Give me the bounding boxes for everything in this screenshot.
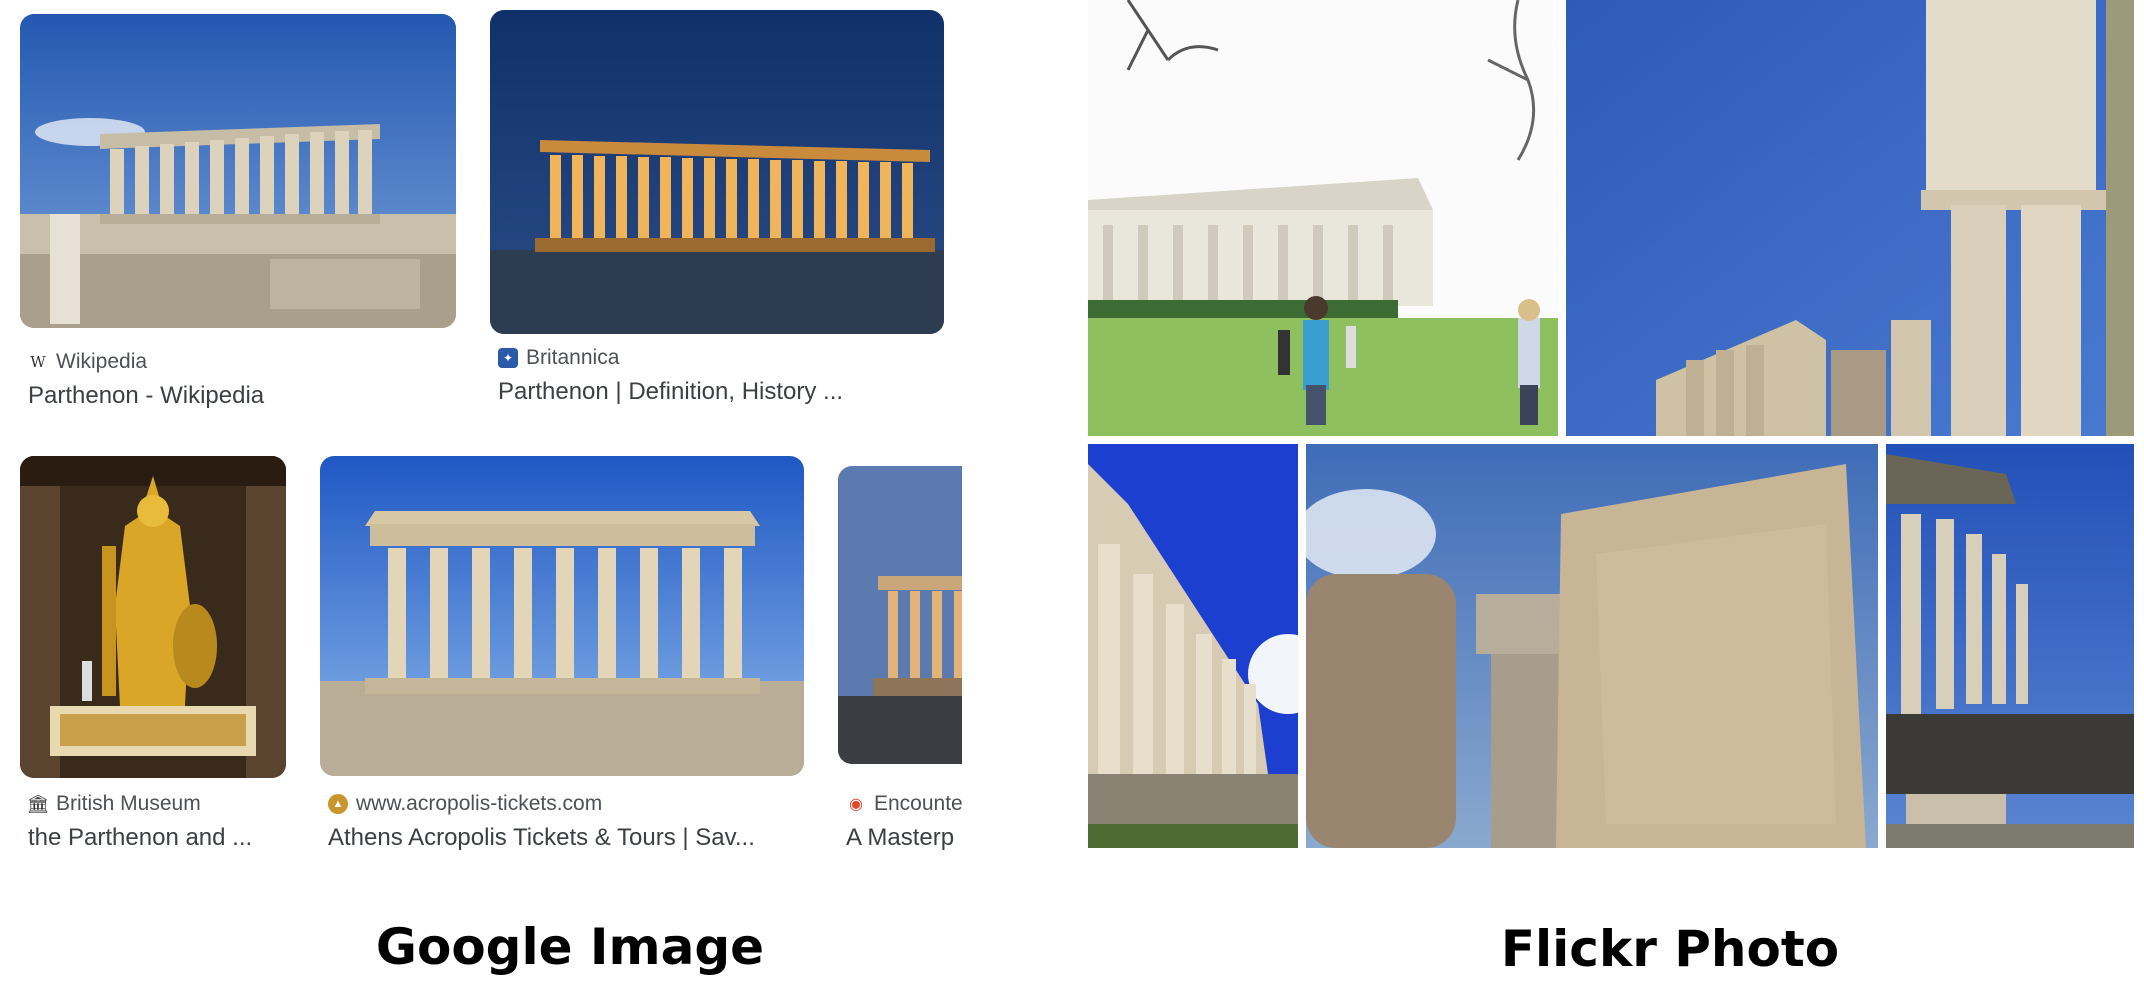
result-title[interactable]: Athens Acropolis Tickets & Tours | Sav..… [328,824,798,852]
encounter-swirl-icon: ◉ [849,796,863,813]
result-source-label: www.acropolis-tickets.com [356,792,603,815]
image-result-britannica[interactable]: ✦ Britannica Parthenon | Definition, His… [490,10,950,414]
result-source-label: British Museum [56,792,201,815]
result-thumbnail[interactable] [20,456,286,778]
result-thumbnail[interactable] [838,466,962,764]
image-result-british-museum[interactable]: 🏛 British Museum the Parthenon and ... [20,456,310,860]
result-source[interactable]: ▲ www.acropolis-tickets.com [328,792,798,816]
result-source[interactable]: W Wikipedia [28,350,448,374]
britannica-icon: ✦ [498,348,518,368]
flickr-photo-column-capitals[interactable] [1566,0,2134,436]
flickr-photo-temple-corner[interactable] [1886,444,2134,848]
result-title[interactable]: Parthenon | Definition, History ... [498,378,938,406]
result-thumbnail[interactable] [490,10,944,334]
museum-building-icon: 🏛 [28,793,50,814]
result-title[interactable]: A Masterp [846,824,962,852]
wikipedia-w-icon: W [30,353,46,371]
flickr-photo-stone-closeup[interactable] [1306,444,1878,848]
result-source[interactable]: ✦ Britannica [498,346,938,370]
result-title[interactable]: the Parthenon and ... [28,824,298,852]
panel-caption: Flickr Photo [1500,920,1840,978]
result-source-label: Encounte [874,792,962,815]
image-result-wikipedia[interactable]: W Wikipedia Parthenon - Wikipedia [20,14,460,414]
result-source-label: Wikipedia [56,350,148,373]
image-result-encounter[interactable]: ◉ Encounte A Masterp [838,466,962,860]
image-result-acropolis-tickets[interactable]: ▲ www.acropolis-tickets.com Athens Acrop… [320,456,810,860]
result-source[interactable]: ◉ Encounte [846,792,962,816]
acropolis-tickets-icon: ▲ [328,794,348,814]
result-source-label: Britannica [526,346,620,369]
result-title[interactable]: Parthenon - Wikipedia [28,382,448,410]
result-source[interactable]: 🏛 British Museum [28,792,298,816]
flickr-photo-colonnade-angle[interactable] [1088,444,1298,848]
result-thumbnail[interactable] [20,14,456,328]
result-thumbnail[interactable] [320,456,804,776]
flickr-photo-replica-lawn[interactable] [1088,0,1558,436]
panel-caption: Google Image [375,918,765,976]
